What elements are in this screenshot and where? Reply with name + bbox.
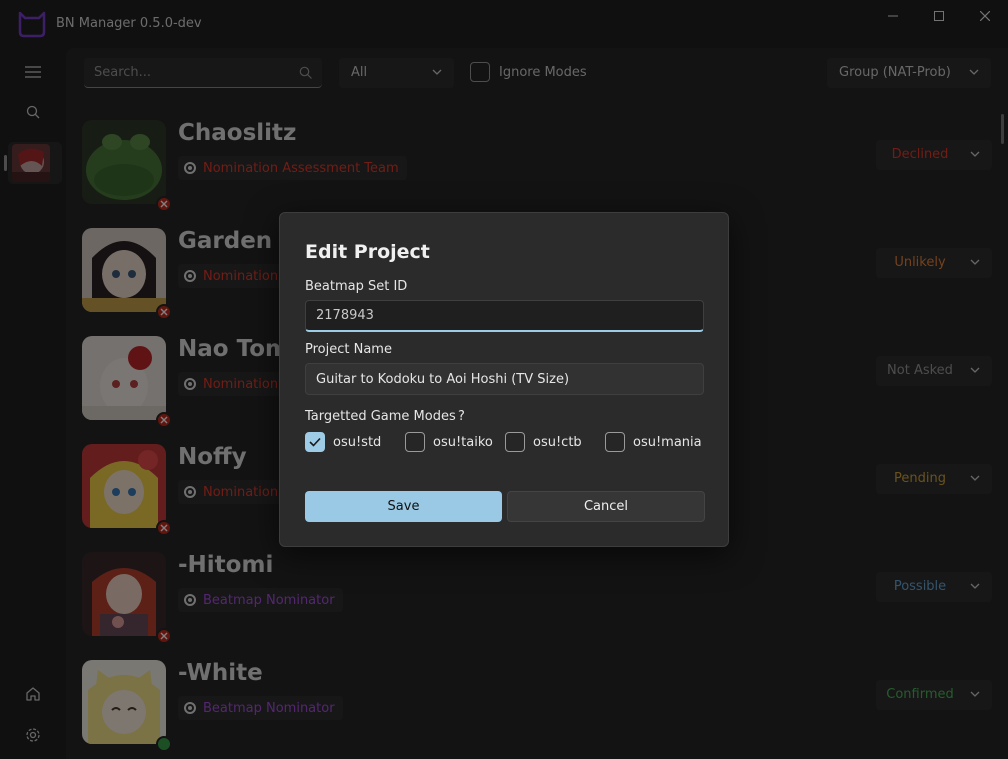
mode-ctb-label: osu!ctb: [533, 434, 582, 450]
edit-project-dialog: Edit Project Beatmap Set ID Project Name…: [279, 212, 729, 547]
mode-taiko-label: osu!taiko: [433, 434, 493, 450]
save-button[interactable]: Save: [305, 491, 502, 522]
project-name-label: Project Name: [305, 342, 392, 357]
project-name-input[interactable]: [306, 364, 703, 394]
cancel-button[interactable]: Cancel: [507, 491, 705, 522]
game-modes-label: Targetted Game Modes: [305, 409, 456, 424]
mode-option-mania[interactable]: osu!mania: [605, 432, 702, 452]
mode-mania-checkbox[interactable]: [605, 432, 625, 452]
help-tooltip-icon[interactable]: ?: [458, 409, 465, 424]
beatmap-id-input[interactable]: [306, 301, 703, 330]
mode-taiko-checkbox[interactable]: [405, 432, 425, 452]
beatmap-id-field: [305, 300, 704, 332]
project-name-field: [305, 363, 704, 395]
mode-option-ctb[interactable]: osu!ctb: [505, 432, 582, 452]
beatmap-id-label: Beatmap Set ID: [305, 279, 408, 294]
mode-std-label: osu!std: [333, 434, 382, 450]
checkmark-icon: [309, 437, 321, 447]
mode-ctb-checkbox[interactable]: [505, 432, 525, 452]
app-window: BN Manager 0.5.0-dev: [0, 0, 1008, 759]
mode-std-checkbox[interactable]: [305, 432, 325, 452]
mode-option-std[interactable]: osu!std: [305, 432, 381, 452]
dialog-title: Edit Project: [305, 241, 430, 263]
mode-option-taiko[interactable]: osu!taiko: [405, 432, 493, 452]
mode-mania-label: osu!mania: [633, 434, 702, 450]
